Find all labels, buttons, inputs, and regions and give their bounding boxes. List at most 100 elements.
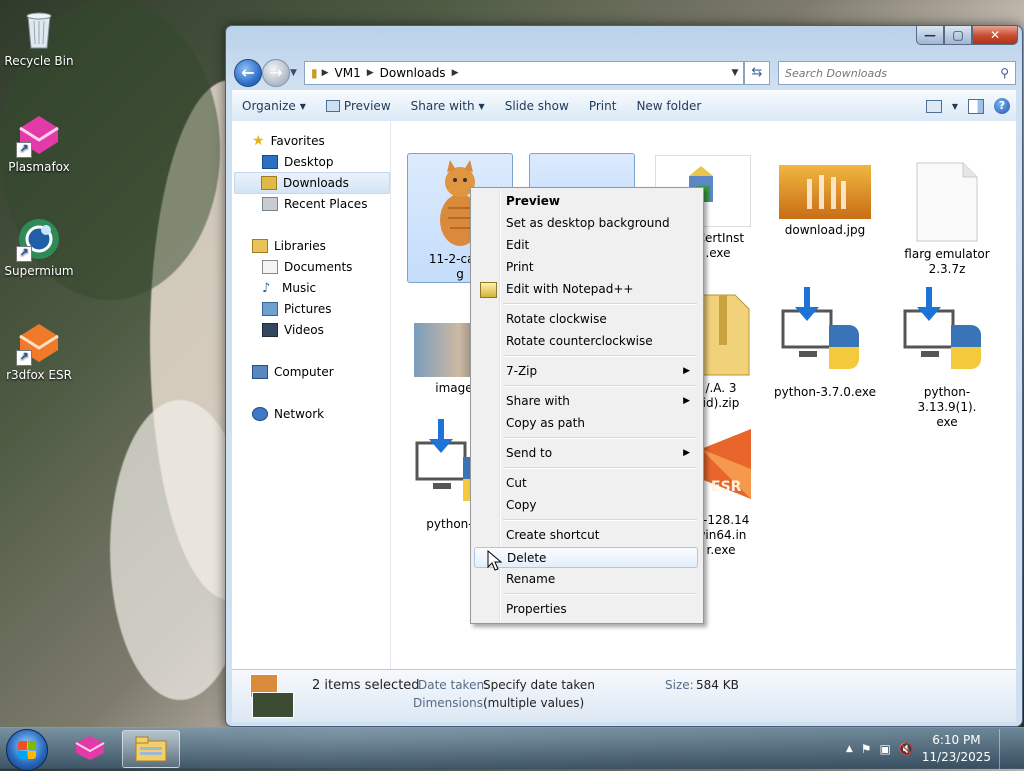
size-value: 584 KB bbox=[696, 678, 739, 692]
network-status-icon[interactable]: ▣ bbox=[880, 742, 891, 756]
breadcrumb-vm1[interactable]: VM1 bbox=[329, 66, 367, 80]
nav-favorites[interactable]: ★ Favorites bbox=[252, 131, 325, 151]
help-icon[interactable]: ? bbox=[994, 98, 1010, 114]
documents-icon bbox=[262, 260, 278, 274]
taskbar-explorer-button[interactable] bbox=[122, 730, 180, 768]
desktop-icon-supermium[interactable]: ↗ Supermium bbox=[1, 216, 77, 278]
start-button[interactable] bbox=[6, 729, 48, 771]
menu-item-rotate-clockwise[interactable]: Rotate clockwise bbox=[474, 309, 698, 330]
recent-pages-dropdown[interactable]: ▼ bbox=[290, 68, 300, 78]
nav-music-label: Music bbox=[282, 281, 317, 295]
taskbar-plasmafox-button[interactable] bbox=[62, 730, 118, 766]
menu-item-label: Rename bbox=[506, 572, 556, 586]
preview-icon bbox=[325, 100, 340, 112]
file-item-flarg-emulator[interactable]: flarg emulator 2.3.7z bbox=[895, 153, 999, 279]
desktop-icon-r3dfox[interactable]: ↗ r3dfox ESR bbox=[1, 320, 77, 382]
shortcut-arrow-icon: ↗ bbox=[16, 246, 32, 262]
clock[interactable]: 6:10 PM 11/23/2025 bbox=[922, 732, 991, 766]
refresh-button[interactable]: ⇆ bbox=[744, 61, 770, 85]
nav-recent-places[interactable]: Recent Places bbox=[262, 194, 367, 214]
menu-item-copy-as-path[interactable]: Copy as path bbox=[474, 413, 698, 434]
menu-item-delete[interactable]: Delete bbox=[474, 547, 698, 568]
menu-item-share-with[interactable]: Share with ▶ bbox=[474, 391, 698, 412]
nav-videos[interactable]: Videos bbox=[262, 320, 324, 340]
share-with-button[interactable]: Share with ▼ bbox=[401, 99, 495, 113]
desktop-icon-label: Supermium bbox=[4, 264, 74, 278]
minimize-button[interactable]: — bbox=[916, 26, 944, 45]
file-item-python-370[interactable]: python-3.7.0.exe bbox=[773, 285, 877, 411]
new-folder-label: New folder bbox=[636, 99, 702, 113]
menu-item-copy[interactable]: Copy bbox=[474, 495, 698, 516]
file-name: python-3.7.0.exe bbox=[774, 385, 876, 399]
nav-computer-label: Computer bbox=[274, 365, 334, 379]
show-desktop-button[interactable] bbox=[999, 728, 1010, 769]
nav-desktop-label: Desktop bbox=[284, 155, 334, 169]
slide-show-button[interactable]: Slide show bbox=[495, 99, 579, 113]
nav-music[interactable]: ♪ Music bbox=[262, 278, 316, 298]
search-input[interactable] bbox=[779, 65, 987, 81]
desktop-icon-plasmafox[interactable]: ↗ Plasmafox bbox=[1, 112, 77, 174]
organize-button[interactable]: Organize ▼ bbox=[232, 99, 316, 113]
breadcrumb-separator-icon: ▶ bbox=[366, 68, 374, 78]
preview-pane-icon[interactable] bbox=[968, 98, 984, 114]
menu-separator bbox=[503, 355, 697, 357]
close-button[interactable]: ✕ bbox=[972, 26, 1018, 45]
menu-item-edit[interactable]: Edit bbox=[474, 235, 698, 256]
menu-item-properties[interactable]: Properties bbox=[474, 599, 698, 620]
menu-item-print[interactable]: Print bbox=[474, 257, 698, 278]
address-bar[interactable]: ▮ ▶ VM1 ▶ Downloads ▶ ▼ bbox=[304, 61, 744, 85]
nav-network[interactable]: Network bbox=[252, 404, 324, 424]
menu-item-label: Send to bbox=[506, 446, 553, 460]
volume-muted-icon[interactable]: 🔇 bbox=[899, 742, 914, 756]
date-taken-value[interactable]: Specify date taken bbox=[483, 678, 595, 692]
back-button[interactable]: ← bbox=[234, 59, 262, 87]
menu-item-7zip[interactable]: 7-Zip ▶ bbox=[474, 361, 698, 382]
change-view-icon[interactable] bbox=[925, 99, 942, 113]
search-box[interactable]: ⚲ bbox=[778, 61, 1016, 85]
nav-computer[interactable]: Computer bbox=[252, 362, 334, 382]
navigation-bar: ← → ▼ ▮ ▶ VM1 ▶ Downloads ▶ ▼ ⇆ ⚲ bbox=[232, 58, 1016, 87]
blank-file-icon bbox=[915, 161, 979, 243]
menu-item-create-shortcut[interactable]: Create shortcut bbox=[474, 525, 698, 546]
forward-button[interactable]: → bbox=[262, 59, 290, 87]
file-item-python-3139[interactable]: python-3.13.9(1). exe bbox=[895, 285, 999, 429]
nav-documents[interactable]: Documents bbox=[262, 257, 352, 277]
menu-item-rename[interactable]: Rename bbox=[474, 569, 698, 590]
menu-item-label: Edit bbox=[506, 238, 530, 252]
show-hidden-icons-icon[interactable]: ▲ bbox=[846, 744, 853, 754]
preview-button[interactable]: Preview bbox=[316, 99, 401, 113]
nav-libraries[interactable]: Libraries bbox=[252, 236, 326, 256]
nav-documents-label: Documents bbox=[284, 260, 353, 274]
nav-recent-places-label: Recent Places bbox=[284, 197, 368, 211]
menu-item-cut[interactable]: Cut bbox=[474, 473, 698, 494]
mouse-cursor-icon bbox=[487, 550, 503, 571]
print-button[interactable]: Print bbox=[579, 99, 627, 113]
menu-item-preview[interactable]: Preview bbox=[474, 191, 698, 212]
zip-icon bbox=[701, 293, 751, 377]
esr-installer-icon: ESR bbox=[701, 429, 751, 509]
menu-item-send-to[interactable]: Send to ▶ bbox=[474, 443, 698, 464]
nav-desktop[interactable]: Desktop bbox=[262, 152, 334, 172]
menu-item-edit-with-notepad[interactable]: Edit with Notepad++ bbox=[474, 279, 698, 300]
menu-separator bbox=[503, 437, 697, 439]
breadcrumb-downloads[interactable]: Downloads bbox=[374, 66, 452, 80]
file-item-download-jpg[interactable]: download.jpg bbox=[773, 153, 877, 263]
chevron-down-icon[interactable]: ▼ bbox=[952, 102, 958, 111]
nav-downloads[interactable]: Downloads bbox=[234, 172, 390, 194]
action-center-flag-icon[interactable]: ⚑ bbox=[861, 742, 872, 756]
nav-pictures[interactable]: Pictures bbox=[262, 299, 332, 319]
address-dropdown-icon[interactable]: ▼ bbox=[727, 68, 743, 78]
computer-icon bbox=[252, 365, 268, 379]
shortcut-arrow-icon: ↗ bbox=[16, 142, 32, 158]
menu-item-rotate-counterclockwise[interactable]: Rotate counterclockwise bbox=[474, 331, 698, 352]
menu-item-set-desktop-background[interactable]: Set as desktop background bbox=[474, 213, 698, 234]
menu-item-label: Copy as path bbox=[506, 416, 585, 430]
downloads-folder-icon bbox=[261, 176, 277, 190]
videos-icon bbox=[262, 323, 278, 337]
shortcut-arrow-icon: ↗ bbox=[16, 350, 32, 366]
selected-count: 2 items selected bbox=[312, 678, 420, 693]
new-folder-button[interactable]: New folder bbox=[626, 99, 711, 113]
share-with-label: Share with bbox=[410, 99, 475, 113]
maximize-button[interactable]: ▢ bbox=[944, 26, 972, 45]
desktop-icon-recycle-bin[interactable]: Recycle Bin bbox=[1, 6, 77, 68]
